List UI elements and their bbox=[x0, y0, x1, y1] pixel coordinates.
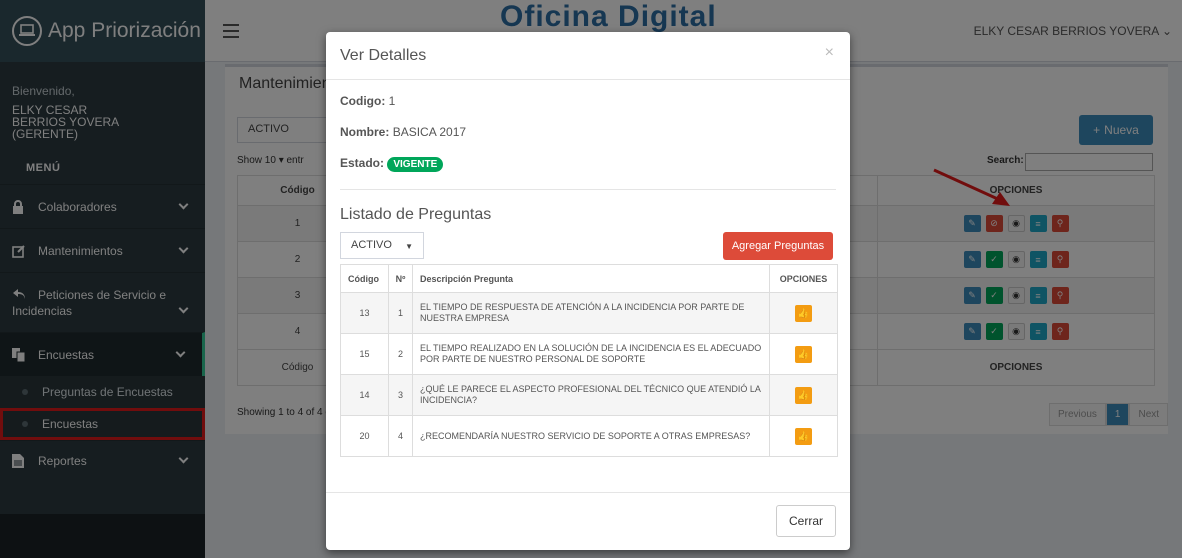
close-icon[interactable]: × bbox=[825, 44, 834, 62]
questions-table: Código Nº Descripción Pregunta OPCIONES … bbox=[340, 264, 838, 457]
cell-codigo: 14 bbox=[340, 374, 389, 416]
col-numero: Nº bbox=[388, 264, 413, 293]
close-button[interactable]: Cerrar bbox=[776, 505, 836, 537]
modal-body: Codigo: 1 Nombre: BASICA 2017 Estado: VI… bbox=[326, 80, 850, 457]
cell-codigo: 20 bbox=[340, 415, 389, 457]
cell-codigo: 13 bbox=[340, 292, 389, 334]
nombre-label: Nombre: bbox=[340, 125, 390, 139]
list-title: Listado de Preguntas bbox=[340, 206, 492, 223]
col-descripcion: Descripción Pregunta bbox=[412, 264, 770, 293]
cell-numero: 2 bbox=[388, 333, 413, 375]
divider bbox=[340, 189, 836, 190]
modal-header: Ver Detalles × bbox=[326, 32, 850, 80]
table-row: 20 4 ¿RECOMENDARÍA NUESTRO SERVICIO DE S… bbox=[340, 415, 838, 457]
table-row: 14 3 ¿QUÉ LE PARECE EL ASPECTO PROFESION… bbox=[340, 374, 838, 416]
nombre-value: BASICA 2017 bbox=[392, 125, 467, 139]
col-codigo: Código bbox=[340, 264, 389, 293]
status-filter-value: ACTIVO bbox=[351, 239, 392, 251]
modal-title: Ver Detalles bbox=[340, 47, 427, 64]
estado-label: Estado: bbox=[340, 156, 385, 170]
cell-descripcion: ¿RECOMENDARÍA NUESTRO SERVICIO DE SOPORT… bbox=[412, 415, 770, 457]
cell-numero: 4 bbox=[388, 415, 413, 457]
thumbs-up-button[interactable]: 👍 bbox=[795, 386, 812, 404]
cell-numero: 1 bbox=[388, 292, 413, 334]
thumbs-up-button[interactable]: 👍 bbox=[795, 304, 812, 322]
table-row: 15 2 EL TIEMPO REALIZADO EN LA SOLUCIÓN … bbox=[340, 333, 838, 375]
codigo-field: Codigo: 1 bbox=[340, 94, 836, 108]
estado-field: Estado: VIGENTE bbox=[340, 156, 836, 172]
thumbs-up-button[interactable]: 👍 bbox=[795, 345, 812, 363]
nombre-field: Nombre: BASICA 2017 bbox=[340, 125, 836, 139]
caret-down-icon: ▼ bbox=[405, 242, 413, 251]
modal-footer: Cerrar bbox=[326, 492, 850, 550]
table-row: 13 1 EL TIEMPO DE RESPUESTA DE ATENCIÓN … bbox=[340, 292, 838, 334]
col-opciones: OPCIONES bbox=[769, 264, 838, 293]
status-filter-select[interactable]: ACTIVO ▼ bbox=[340, 232, 424, 259]
cell-descripcion: EL TIEMPO REALIZADO EN LA SOLUCIÓN DE LA… bbox=[412, 333, 770, 375]
codigo-label: Codigo: bbox=[340, 94, 386, 108]
codigo-value: 1 bbox=[388, 94, 396, 108]
cell-descripcion: ¿QUÉ LE PARECE EL ASPECTO PROFESIONAL DE… bbox=[412, 374, 770, 416]
cell-descripcion: EL TIEMPO DE RESPUESTA DE ATENCIÓN A LA … bbox=[412, 292, 770, 334]
add-questions-button[interactable]: Agregar Preguntas bbox=[723, 232, 833, 260]
cell-numero: 3 bbox=[388, 374, 413, 416]
list-controls: ACTIVO ▼ Agregar Preguntas bbox=[340, 232, 836, 262]
cell-codigo: 15 bbox=[340, 333, 389, 375]
details-modal: Ver Detalles × Codigo: 1 Nombre: BASICA … bbox=[326, 32, 850, 550]
thumbs-up-button[interactable]: 👍 bbox=[795, 427, 812, 445]
status-badge: VIGENTE bbox=[387, 157, 444, 172]
